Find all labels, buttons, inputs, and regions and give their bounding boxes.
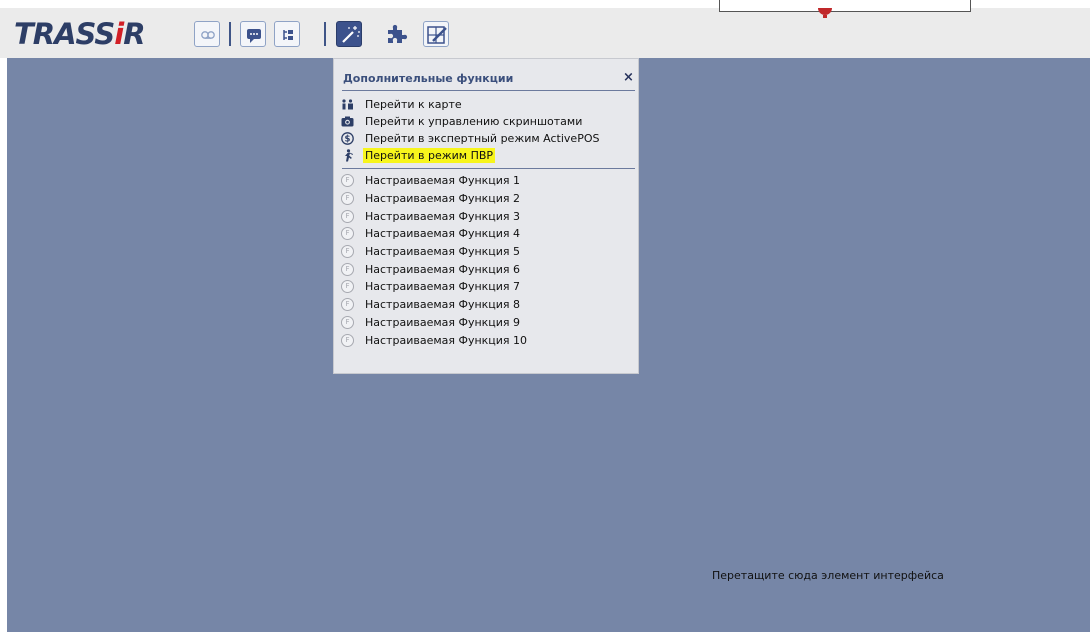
custom-function-item-7[interactable]: F Настраиваемая Функция 7 — [341, 278, 522, 295]
chat-button[interactable] — [240, 21, 266, 47]
menu-item-label: Настраиваемая Функция 6 — [365, 263, 521, 276]
camera-icon — [341, 115, 354, 128]
function-badge-icon: F — [341, 280, 354, 293]
toolbar-separator — [229, 22, 231, 46]
menu-item-label: Настраиваемая Функция 9 — [365, 316, 521, 329]
custom-function-item-3[interactable]: F Настраиваемая Функция 3 — [341, 208, 522, 225]
custom-function-item-5[interactable]: F Настраиваемая Функция 5 — [341, 243, 522, 260]
custom-function-item-4[interactable]: F Настраиваемая Функция 4 — [341, 225, 522, 242]
puzzle-icon — [388, 24, 408, 43]
menu-item-label: Настраиваемая Функция 7 — [365, 280, 521, 293]
menu-item-label: Перейти к карте — [365, 98, 462, 111]
plugin-button[interactable] — [383, 21, 409, 47]
dollar-circle-icon: $ — [341, 132, 354, 145]
function-badge-icon: F — [341, 334, 354, 347]
go-to-activepos-item[interactable]: $ Перейти в экспертный режим ActivePOS — [341, 130, 601, 147]
function-badge-icon: F — [341, 263, 354, 276]
section-divider — [342, 168, 635, 169]
map-person-icon — [341, 98, 354, 111]
menu-item-label: Настраиваемая Функция 2 — [365, 192, 521, 205]
close-icon[interactable]: × — [623, 70, 634, 85]
menu-item-label: Настраиваемая Функция 5 — [365, 245, 521, 258]
drop-hint-text: Перетащите сюда элемент интерфейса — [712, 569, 944, 582]
voicemail-icon — [201, 31, 215, 39]
magic-wand-icon — [342, 26, 360, 43]
go-to-pvr-mode-item[interactable]: Перейти в режим ПВР — [341, 147, 496, 164]
custom-function-item-9[interactable]: F Настраиваемая Функция 9 — [341, 314, 522, 331]
custom-function-item-6[interactable]: F Настраиваемая Функция 6 — [341, 261, 522, 278]
function-badge-icon: F — [341, 210, 354, 223]
svg-text:$: $ — [345, 135, 351, 145]
top-frame — [719, 0, 971, 12]
custom-function-item-10[interactable]: F Настраиваемая Функция 10 — [341, 332, 529, 349]
function-badge-icon: F — [341, 316, 354, 329]
alert-indicator-tail — [823, 15, 827, 18]
menu-item-label: Настраиваемая Функция 3 — [365, 210, 521, 223]
alert-indicator — [818, 8, 832, 15]
magic-wand-button[interactable] — [336, 21, 362, 47]
menu-item-label: Перейти в режим ПВР — [363, 148, 496, 163]
running-person-icon — [341, 149, 354, 162]
chat-icon — [247, 29, 261, 43]
custom-function-item-8[interactable]: F Настраиваемая Функция 8 — [341, 296, 522, 313]
menu-item-label: Настраиваемая Функция 10 — [365, 334, 528, 347]
title-divider — [342, 90, 635, 91]
edit-layout-button[interactable] — [423, 21, 449, 47]
top-toolbar: TRASSiR — [0, 0, 1090, 58]
custom-function-item-1[interactable]: F Настраиваемая Функция 1 — [341, 172, 522, 189]
function-badge-icon: F — [341, 298, 354, 311]
go-to-map-item[interactable]: Перейти к карте — [341, 96, 464, 113]
custom-function-item-2[interactable]: F Настраиваемая Функция 2 — [341, 190, 522, 207]
layout-tree-button[interactable] — [274, 21, 300, 47]
menu-item-label: Перейти к управлению скриншотами — [365, 115, 583, 128]
function-badge-icon: F — [341, 192, 354, 205]
panel-title: Дополнительные функции — [343, 72, 514, 85]
edit-grid-icon — [427, 26, 447, 44]
menu-item-label: Настраиваемая Функция 1 — [365, 174, 521, 187]
function-badge-icon: F — [341, 174, 354, 187]
function-badge-icon: F — [341, 245, 354, 258]
extra-functions-panel: Дополнительные функции × Перейти к карте… — [333, 58, 639, 374]
go-to-screenshots-item[interactable]: Перейти к управлению скриншотами — [341, 113, 584, 130]
trassir-logo: TRASSiR — [14, 17, 146, 51]
toolbar-separator — [324, 22, 326, 46]
voicemail-button[interactable] — [194, 21, 220, 47]
menu-item-label: Настраиваемая Функция 8 — [365, 298, 521, 311]
function-badge-icon: F — [341, 227, 354, 240]
tree-icon — [283, 30, 293, 40]
menu-item-label: Перейти в экспертный режим ActivePOS — [365, 132, 600, 145]
menu-item-label: Настраиваемая Функция 4 — [365, 227, 521, 240]
